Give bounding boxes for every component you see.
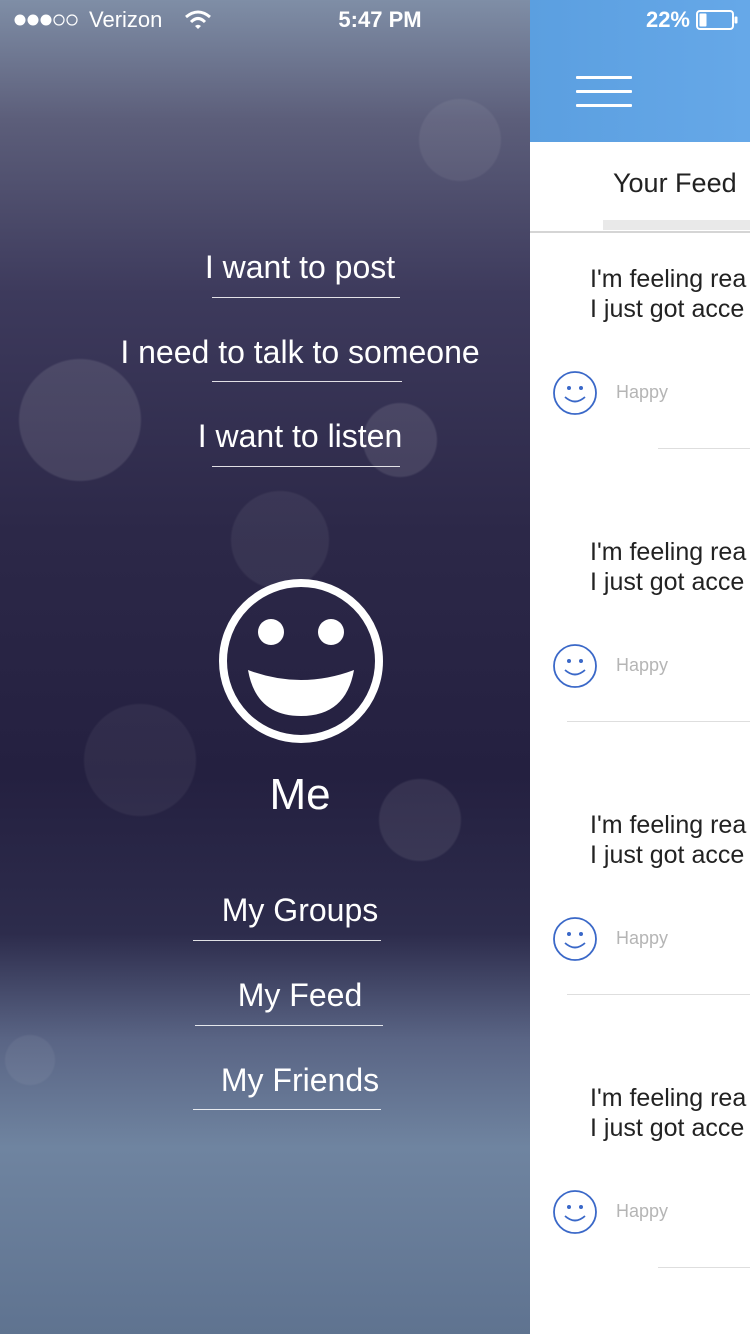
feed-post[interactable]: I'm feeling rea I just got acce Happy [530, 1055, 750, 1328]
battery-percent: 22% [645, 7, 690, 32]
happy-face-icon [553, 1190, 597, 1234]
divider [212, 466, 400, 467]
divider [193, 940, 381, 941]
divider [212, 381, 402, 382]
feed-post[interactable]: I'm feeling rea I just got acce Happy [530, 509, 750, 782]
clock: 5:47 PM [338, 7, 422, 32]
divider [658, 448, 750, 449]
i-want-to-listen-link[interactable]: I want to listen [0, 416, 530, 456]
happy-face-icon [553, 644, 597, 688]
divider [658, 1267, 750, 1268]
divider [193, 1109, 381, 1110]
profile-me-label[interactable]: Me [0, 770, 530, 820]
feed-panel: Your Feed I'm feeling rea I just got acce… [530, 0, 750, 1334]
divider [195, 1025, 383, 1026]
divider [567, 994, 750, 995]
menu-icon[interactable] [576, 76, 632, 108]
post-text: I'm feeling rea I just got acce [590, 538, 747, 596]
divider [530, 231, 750, 233]
divider [567, 721, 750, 722]
i-want-to-post-link[interactable]: I want to post [0, 247, 530, 287]
mood-label: Happy [616, 655, 669, 675]
tab-indicator [603, 220, 750, 230]
my-feed-link[interactable]: My Feed [0, 975, 530, 1015]
my-groups-link[interactable]: My Groups [0, 890, 530, 930]
smiley-face-icon[interactable] [218, 578, 384, 744]
need-to-talk-link[interactable]: I need to talk to someone [0, 332, 530, 372]
side-drawer: I want to post I need to talk to someone… [0, 0, 530, 1334]
battery-icon [696, 10, 738, 30]
feed-post[interactable]: I'm feeling rea I just got acce Happy [530, 782, 750, 1055]
mood-label: Happy [616, 1201, 669, 1221]
tab-your-feed[interactable]: Your Feed [613, 168, 737, 199]
happy-face-icon [553, 917, 597, 961]
post-text: I'm feeling rea I just got acce [590, 1084, 747, 1142]
divider [212, 297, 400, 298]
post-text: I'm feeling rea I just got acce [590, 811, 747, 869]
mood-label: Happy [616, 382, 669, 402]
feed-post[interactable]: I'm feeling rea I just got acce Happy [530, 236, 750, 509]
post-text: I'm feeling rea I just got acce [590, 265, 747, 323]
mood-label: Happy [616, 928, 669, 948]
my-friends-link[interactable]: My Friends [0, 1060, 530, 1100]
happy-face-icon [553, 371, 597, 415]
